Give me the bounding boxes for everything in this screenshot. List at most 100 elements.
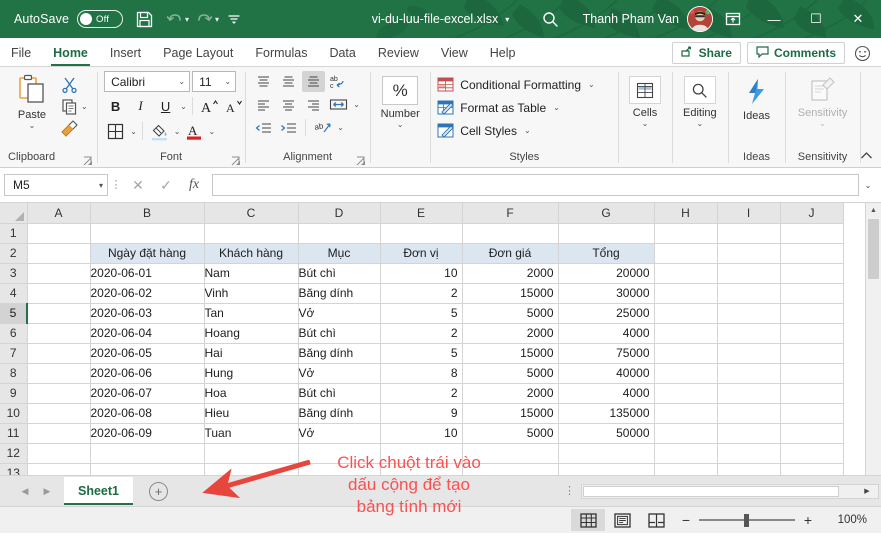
font-color-caret-icon[interactable]: ⌄: [209, 127, 216, 136]
cell-g9[interactable]: 4000: [557, 382, 655, 404]
cell-a13[interactable]: [27, 463, 91, 475]
cell-i5[interactable]: [717, 303, 781, 324]
decrease-indent-icon[interactable]: [252, 117, 275, 138]
cell-c3[interactable]: Nam: [203, 262, 299, 284]
cell-b7[interactable]: 2020-06-05: [89, 342, 205, 364]
autosave-toggle[interactable]: Off: [77, 10, 124, 28]
alignment-dialog-launcher-icon[interactable]: [356, 155, 366, 166]
paste-caret-icon[interactable]: ⌄: [29, 122, 36, 130]
orientation-caret-icon[interactable]: ⌄: [337, 123, 344, 132]
cell-a6[interactable]: [27, 323, 91, 344]
cell-g11[interactable]: 50000: [557, 422, 655, 444]
insert-function-icon[interactable]: fx: [180, 174, 208, 196]
cell-b6[interactable]: 2020-06-04: [89, 322, 205, 344]
ideas-button[interactable]: Ideas: [729, 75, 784, 122]
format-as-table-caret-icon[interactable]: ⌄: [553, 103, 560, 112]
number-caret-icon[interactable]: ⌄: [397, 121, 404, 129]
decrease-font-size-icon[interactable]: A: [223, 95, 246, 117]
page-break-preview-icon[interactable]: [639, 509, 673, 531]
cell-i12[interactable]: [717, 443, 781, 464]
cell-j10[interactable]: [780, 403, 844, 424]
cell-b5[interactable]: 2020-06-03: [89, 302, 205, 324]
format-painter-icon[interactable]: [58, 117, 80, 139]
cell-i3[interactable]: [717, 263, 781, 284]
conditional-formatting-caret-icon[interactable]: ⌄: [588, 80, 595, 89]
zoom-out-button[interactable]: −: [673, 512, 699, 528]
cell-g3[interactable]: 20000: [557, 262, 655, 284]
cell-e1[interactable]: [380, 223, 463, 244]
scroll-right-icon[interactable]: ▶: [857, 485, 877, 498]
cell-h12[interactable]: [654, 443, 718, 464]
file-name-caret-icon[interactable]: ▾: [505, 15, 509, 24]
column-header-d[interactable]: D: [298, 203, 381, 224]
row-header-11[interactable]: 11: [0, 423, 28, 444]
cell-b13[interactable]: [90, 463, 205, 475]
clipboard-dialog-launcher-icon[interactable]: [83, 155, 93, 166]
row-header-4[interactable]: 4: [0, 283, 28, 304]
cell-e2[interactable]: Đơn vị: [379, 242, 463, 264]
column-header-i[interactable]: I: [717, 203, 781, 224]
row-header-2[interactable]: 2: [0, 243, 28, 264]
cell-h9[interactable]: [654, 383, 718, 404]
cell-c11[interactable]: Tuan: [203, 422, 299, 444]
cell-b11[interactable]: 2020-06-09: [89, 422, 205, 444]
cell-e13[interactable]: [380, 463, 463, 475]
cell-h1[interactable]: [654, 223, 718, 244]
cell-d4[interactable]: Băng dính: [297, 282, 381, 304]
cell-g13[interactable]: [558, 463, 655, 475]
cell-a9[interactable]: [27, 383, 91, 404]
cell-d9[interactable]: Bút chì: [297, 382, 381, 404]
page-layout-view-icon[interactable]: [605, 509, 639, 531]
cell-d6[interactable]: Bút chì: [297, 322, 381, 344]
cell-h4[interactable]: [654, 283, 718, 304]
cell-f1[interactable]: [462, 223, 559, 244]
close-button[interactable]: ✕: [837, 0, 879, 38]
cell-e10[interactable]: 9: [379, 402, 463, 424]
cell-e5[interactable]: 5: [379, 302, 463, 324]
avatar[interactable]: [687, 6, 713, 32]
formula-bar-expand-icon[interactable]: ⌄: [859, 181, 877, 190]
cell-c10[interactable]: Hieu: [203, 402, 299, 424]
cell-g5[interactable]: 25000: [557, 302, 655, 324]
merge-and-center-icon[interactable]: [327, 94, 350, 115]
cell-i4[interactable]: [717, 283, 781, 304]
column-header-j[interactable]: J: [780, 203, 844, 224]
cell-c6[interactable]: Hoang: [203, 322, 299, 344]
tab-review[interactable]: Review: [367, 40, 430, 66]
row-header-8[interactable]: 8: [0, 363, 28, 384]
cell-a3[interactable]: [27, 263, 91, 284]
column-header-b[interactable]: B: [90, 203, 205, 224]
increase-font-size-icon[interactable]: A: [198, 95, 221, 117]
cell-i1[interactable]: [717, 223, 781, 244]
cell-styles-caret-icon[interactable]: ⌄: [524, 126, 531, 135]
cell-f3[interactable]: 2000: [461, 262, 559, 284]
undo-icon[interactable]: [159, 5, 189, 33]
copy-caret-icon[interactable]: ⌄: [81, 102, 88, 111]
formula-bar-grip[interactable]: ⋮: [108, 180, 124, 191]
cell-a5[interactable]: [27, 303, 91, 324]
save-icon[interactable]: [129, 5, 159, 33]
cell-i10[interactable]: [717, 403, 781, 424]
font-name-combo[interactable]: Calibri ⌄: [104, 71, 191, 92]
cell-i2[interactable]: [717, 243, 781, 264]
cancel-icon[interactable]: ✕: [124, 174, 152, 196]
cell-c7[interactable]: Hai: [203, 342, 299, 364]
select-all-button[interactable]: [0, 203, 28, 224]
percent-style-icon[interactable]: %: [382, 76, 419, 105]
cell-c5[interactable]: Tan: [203, 302, 299, 324]
row-header-10[interactable]: 10: [0, 403, 28, 424]
cell-d3[interactable]: Bút chì: [297, 262, 381, 284]
align-middle-icon[interactable]: [277, 71, 300, 92]
font-color-icon[interactable]: A: [183, 120, 206, 142]
cell-e12[interactable]: [380, 443, 463, 464]
name-box[interactable]: M5 ▾: [4, 174, 108, 196]
cell-d5[interactable]: Vở: [297, 302, 381, 324]
collapse-ribbon-icon[interactable]: [860, 151, 873, 163]
cell-h6[interactable]: [654, 323, 718, 344]
cell-b4[interactable]: 2020-06-02: [89, 282, 205, 304]
tab-data[interactable]: Data: [318, 40, 366, 66]
cell-styles-button[interactable]: Cell Styles ⌄: [430, 119, 531, 142]
cell-b10[interactable]: 2020-06-08: [89, 402, 205, 424]
editing-caret-icon[interactable]: ⌄: [697, 120, 704, 128]
cut-icon[interactable]: [58, 73, 80, 95]
